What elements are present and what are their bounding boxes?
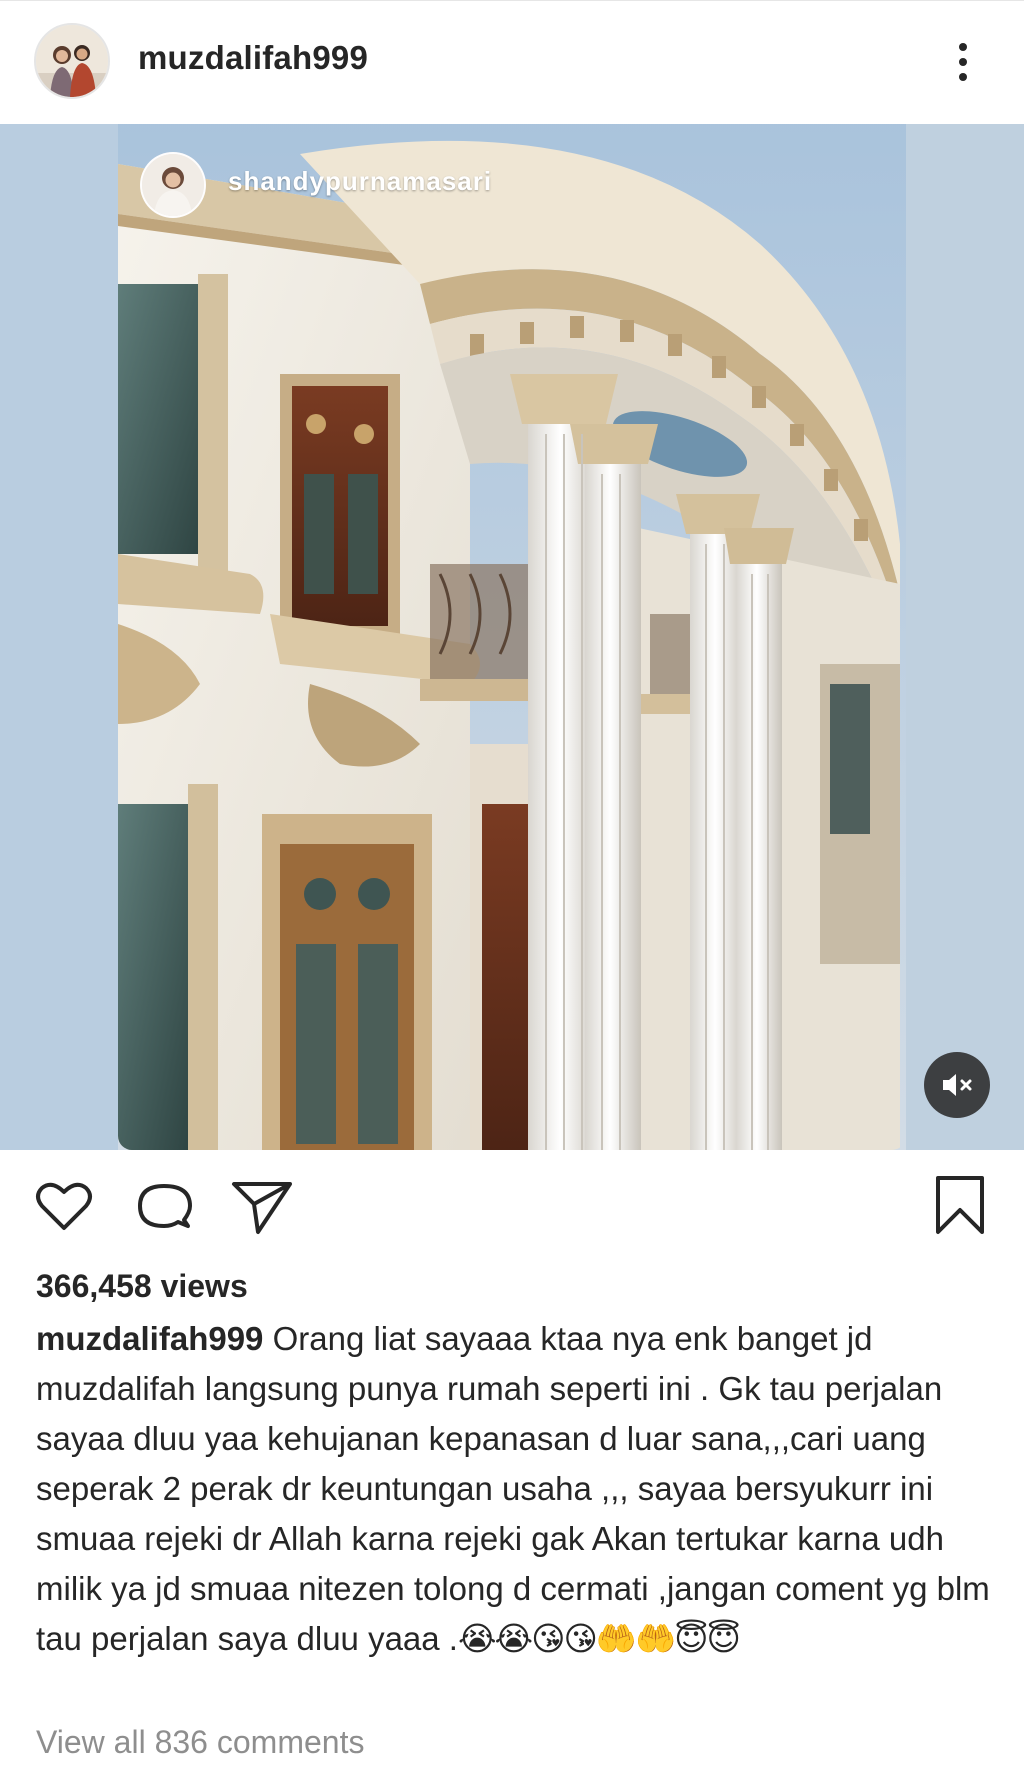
- repost-profile-icon: [142, 154, 204, 216]
- send-icon: [232, 1182, 292, 1234]
- muted-speaker-icon: [943, 1074, 972, 1096]
- save-button[interactable]: [928, 1174, 992, 1238]
- post-caption: muzdalifah999 Orang liat sayaaa ktaa nya…: [36, 1314, 996, 1664]
- post-username[interactable]: muzdalifah999: [138, 39, 368, 77]
- comment-button[interactable]: [132, 1174, 196, 1238]
- repost-avatar: [140, 152, 206, 218]
- post-header: muzdalifah999: [0, 0, 1024, 124]
- house-video-frame: [0, 124, 1024, 1150]
- caption-username[interactable]: muzdalifah999: [36, 1320, 263, 1357]
- heart-icon: [36, 1182, 92, 1230]
- profile-avatar[interactable]: [34, 23, 110, 99]
- comment-icon: [138, 1184, 192, 1228]
- caption-text: Orang liat sayaaa ktaa nya enk banget jd…: [36, 1320, 990, 1657]
- more-options-button[interactable]: [940, 39, 986, 85]
- like-button[interactable]: [32, 1174, 96, 1238]
- bookmark-icon: [936, 1176, 984, 1234]
- share-button[interactable]: [230, 1174, 294, 1238]
- action-bar: [0, 1150, 1024, 1270]
- post-video[interactable]: shandypurnamasari: [0, 124, 1024, 1150]
- more-vertical-icon: [959, 43, 967, 81]
- profile-photo-icon: [36, 25, 108, 97]
- repost-username: shandypurnamasari: [228, 166, 493, 196]
- view-comments-link[interactable]: View all 836 comments: [36, 1724, 364, 1761]
- caption-emojis: 😭😭😘😘🤲🤲😇😇: [457, 1620, 741, 1657]
- view-count: 366,458 views: [36, 1268, 248, 1304]
- sound-toggle-button[interactable]: [924, 1052, 990, 1118]
